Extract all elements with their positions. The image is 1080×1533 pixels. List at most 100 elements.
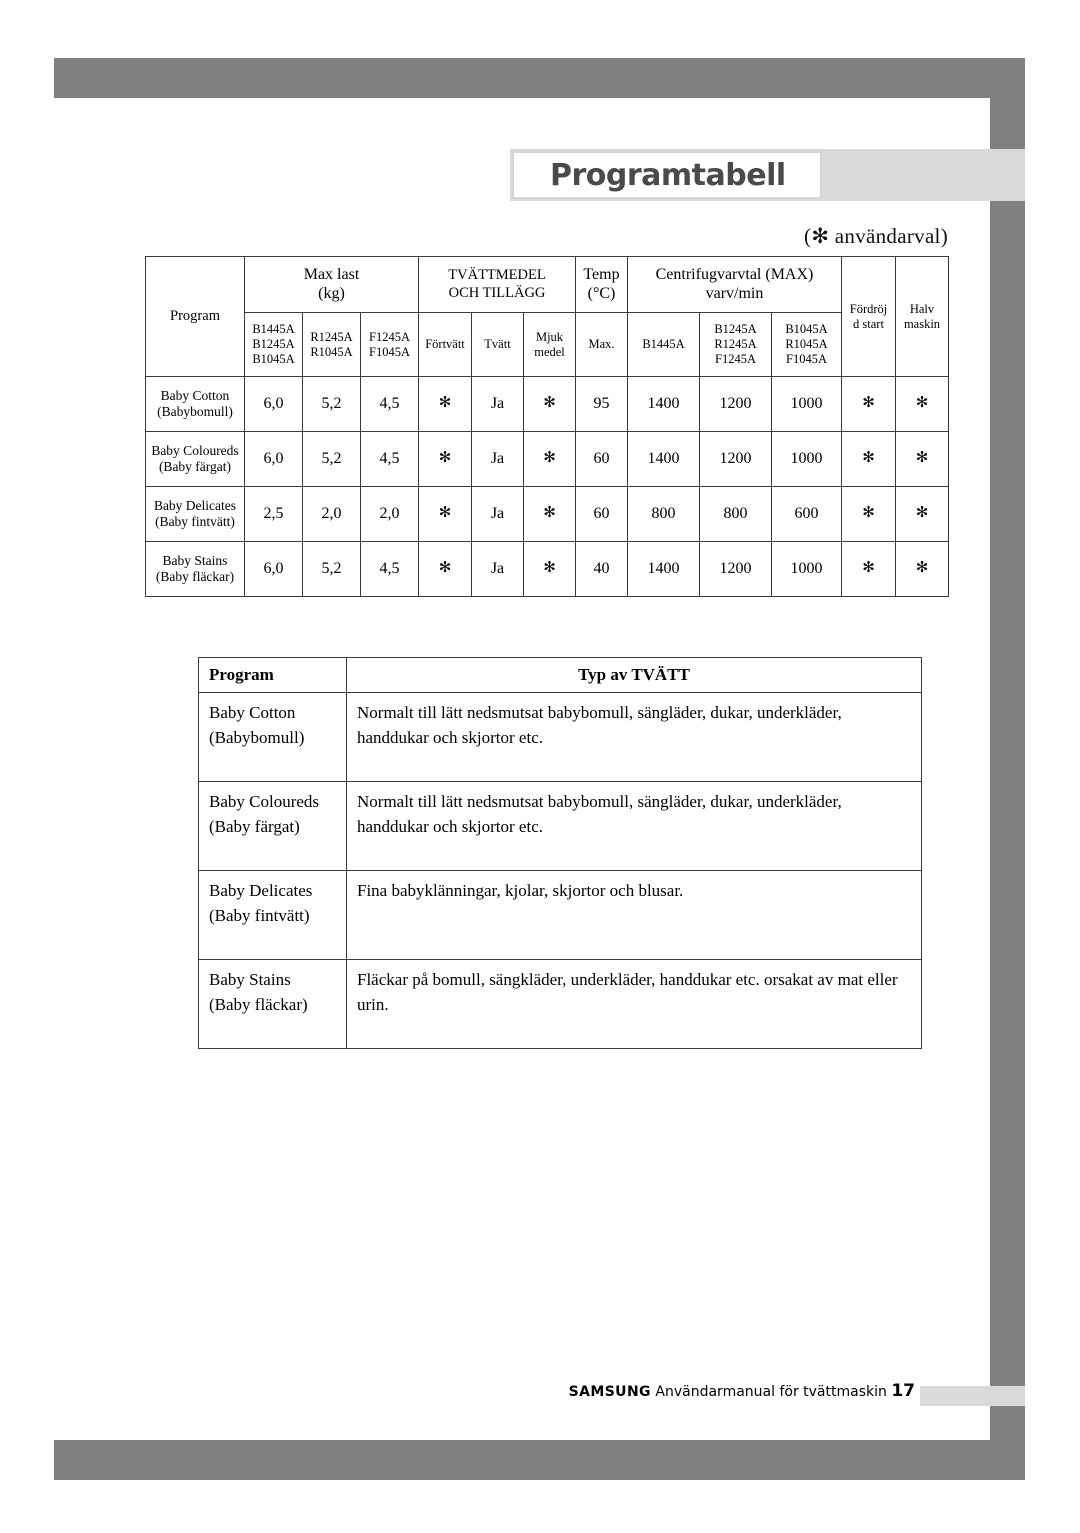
description-table: Program Typ av TVÄTT Baby Cotton (Babybo… bbox=[198, 657, 922, 1049]
subheader-load-r: R1245A R1045A bbox=[302, 312, 361, 377]
list-item: Baby Stains (Baby fläckar) Fläckar på bo… bbox=[198, 958, 922, 1049]
row-program-name-sv: (Babybomull) bbox=[157, 404, 233, 419]
program-table: Program Max last (kg) TVÄTTMEDEL OCH TIL… bbox=[145, 256, 949, 597]
cell-spin-low: 1000 bbox=[771, 431, 842, 487]
cell-load-r: 5,2 bbox=[302, 376, 361, 432]
subheader-spin-mid-2: R1245A bbox=[714, 337, 757, 352]
cell-softener: ✻ bbox=[523, 486, 576, 542]
desc-program-text: Fläckar på bomull, sängkläder, underkläd… bbox=[346, 958, 922, 1049]
page-title: Programtabell bbox=[550, 157, 786, 193]
desc-program-name-sv: (Baby fläckar) bbox=[209, 995, 308, 1014]
row-program-name-sv: (Baby färgat) bbox=[158, 459, 232, 474]
header-program: Program bbox=[145, 256, 245, 377]
row-program-name: Baby Stains (Baby fläckar) bbox=[145, 541, 245, 597]
row-program-name-en: Baby Delicates bbox=[153, 498, 237, 514]
user-choice-note: (✻ användarval) bbox=[804, 224, 948, 248]
subheader-spin-low-2: R1045A bbox=[785, 337, 828, 352]
cell-wash: Ja bbox=[471, 486, 524, 542]
subheader-load-b-2: B1245A bbox=[252, 337, 295, 352]
row-program-name-en: Baby Cotton bbox=[160, 388, 230, 404]
desc-header-type: Typ av TVÄTT bbox=[346, 657, 922, 693]
list-item: Baby Coloureds (Baby färgat) Normalt til… bbox=[198, 780, 922, 871]
list-item: Baby Cotton (Babybomull) Normalt till lä… bbox=[198, 691, 922, 782]
program-table-container: Program Max last (kg) TVÄTTMEDEL OCH TIL… bbox=[145, 256, 949, 597]
subheader-spin-mid-3: F1245A bbox=[715, 351, 756, 366]
header-max-load-line1: Max last bbox=[303, 265, 360, 283]
footer-band bbox=[920, 1386, 1025, 1406]
cell-spin-b1445: 800 bbox=[627, 486, 700, 542]
cell-spin-b1445: 1400 bbox=[627, 376, 700, 432]
desc-program-name-en: Baby Delicates bbox=[209, 880, 313, 900]
subheader-spin-mid-1: B1245A bbox=[714, 322, 757, 337]
header-spin: Centrifugvarvtal (MAX) varv/min bbox=[627, 256, 842, 313]
desc-header-program: Program bbox=[198, 657, 347, 693]
header-delay-start: Fördröj d start bbox=[841, 256, 896, 377]
cell-prewash: ✻ bbox=[418, 431, 472, 487]
desc-program-name-sv: (Babybomull) bbox=[209, 728, 305, 747]
subheader-load-f-2: F1045A bbox=[369, 344, 410, 359]
cell-load-b: 6,0 bbox=[244, 431, 303, 487]
cell-delay: ✻ bbox=[841, 541, 896, 597]
cell-temp: 95 bbox=[575, 376, 628, 432]
cell-softener: ✻ bbox=[523, 431, 576, 487]
subheader-spin-b1445: B1445A bbox=[627, 312, 700, 377]
cell-spin-mid: 1200 bbox=[699, 376, 772, 432]
cell-temp: 60 bbox=[575, 431, 628, 487]
subheader-wash: Tvätt bbox=[471, 312, 524, 377]
desc-program-text: Normalt till lätt nedsmutsat babybomull,… bbox=[346, 691, 922, 782]
subheader-load-b-3: B1045A bbox=[252, 351, 295, 366]
cell-spin-low: 1000 bbox=[771, 541, 842, 597]
page-footer: SAMSUNG Användarmanual för tvättmaskin 1… bbox=[0, 1381, 915, 1401]
header-temp-line1: Temp bbox=[583, 265, 620, 283]
footer-manual-title: Användarmanual för tvättmaskin bbox=[655, 1384, 887, 1400]
table-header-row-1: Program Max last (kg) TVÄTTMEDEL OCH TIL… bbox=[145, 256, 949, 377]
cell-delay: ✻ bbox=[841, 431, 896, 487]
footer-brand: SAMSUNG bbox=[568, 1384, 651, 1400]
cell-half: ✻ bbox=[895, 376, 949, 432]
desc-program-name-sv: (Baby fintvätt) bbox=[209, 906, 310, 925]
cell-delay: ✻ bbox=[841, 486, 896, 542]
cell-prewash: ✻ bbox=[418, 486, 472, 542]
subheader-load-r-1: R1245A bbox=[310, 329, 353, 344]
table-row: Baby Delicates (Baby fintvätt) 2,5 2,0 2… bbox=[145, 486, 949, 542]
description-table-container: Program Typ av TVÄTT Baby Cotton (Babybo… bbox=[198, 657, 922, 1049]
table-row: Baby Stains (Baby fläckar) 6,0 5,2 4,5 ✻… bbox=[145, 541, 949, 597]
cell-load-b: 2,5 bbox=[244, 486, 303, 542]
cell-softener: ✻ bbox=[523, 376, 576, 432]
row-program-name-en: Baby Coloureds bbox=[151, 443, 239, 459]
row-program-name: Baby Coloureds (Baby färgat) bbox=[145, 431, 245, 487]
header-half-load-line2: maskin bbox=[903, 316, 941, 331]
table-row: Baby Cotton (Babybomull) 6,0 5,2 4,5 ✻ J… bbox=[145, 376, 949, 432]
header-detergent: TVÄTTMEDEL OCH TILLÄGG bbox=[418, 256, 576, 313]
cell-half: ✻ bbox=[895, 486, 949, 542]
cell-load-b: 6,0 bbox=[244, 376, 303, 432]
header-temp-line2: (°C) bbox=[587, 284, 616, 302]
bottom-frame-bar bbox=[54, 1440, 1025, 1480]
table-row: Baby Coloureds (Baby färgat) 6,0 5,2 4,5… bbox=[145, 431, 949, 487]
subheader-load-f-1: F1245A bbox=[369, 329, 410, 344]
cell-load-f: 4,5 bbox=[360, 541, 419, 597]
cell-temp: 40 bbox=[575, 541, 628, 597]
row-program-name-sv: (Baby fintvätt) bbox=[155, 514, 235, 529]
cell-prewash: ✻ bbox=[418, 376, 472, 432]
desc-program-name: Baby Stains (Baby fläckar) bbox=[198, 958, 347, 1049]
header-spin-line1: Centrifugvarvtal (MAX) bbox=[655, 265, 814, 283]
header-spin-line2: varv/min bbox=[705, 284, 764, 302]
subheader-softener: Mjuk medel bbox=[523, 312, 576, 377]
subheader-spin-low-1: B1045A bbox=[785, 322, 828, 337]
subheader-prewash: Förtvätt bbox=[418, 312, 472, 377]
cell-spin-low: 600 bbox=[771, 486, 842, 542]
desc-program-name: Baby Delicates (Baby fintvätt) bbox=[198, 869, 347, 960]
desc-program-name-en: Baby Cotton bbox=[209, 702, 296, 722]
cell-load-r: 5,2 bbox=[302, 431, 361, 487]
header-detergent-line2: OCH TILLÄGG bbox=[448, 284, 546, 301]
subheader-load-r-2: R1045A bbox=[310, 344, 353, 359]
subheader-load-b: B1445A B1245A B1045A bbox=[244, 312, 303, 377]
cell-temp: 60 bbox=[575, 486, 628, 542]
cell-prewash: ✻ bbox=[418, 541, 472, 597]
cell-half: ✻ bbox=[895, 541, 949, 597]
header-max-load: Max last (kg) bbox=[244, 256, 419, 313]
cell-spin-mid: 1200 bbox=[699, 431, 772, 487]
table-header-row-2: B1445A B1245A B1045A R1245A R1045A F1245… bbox=[146, 312, 949, 377]
list-item: Baby Delicates (Baby fintvätt) Fina baby… bbox=[198, 869, 922, 960]
